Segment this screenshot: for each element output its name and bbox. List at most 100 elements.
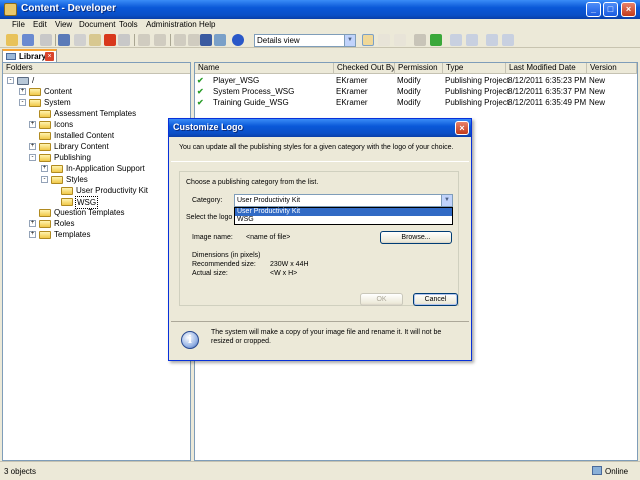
paste-icon[interactable] (89, 34, 101, 46)
checkout-check-icon: ✔ (197, 87, 204, 96)
new-folder-icon[interactable] (6, 34, 18, 46)
menu-edit[interactable]: Edit (33, 20, 47, 29)
chevron-down-icon[interactable]: ▼ (344, 35, 355, 46)
column-header-type[interactable]: Type (443, 63, 506, 74)
collapse-icon[interactable]: - (19, 99, 26, 106)
tree-item-installed-content[interactable]: Installed Content (29, 130, 189, 141)
tab-library[interactable]: Library × (2, 49, 57, 62)
collapse-icon[interactable]: - (7, 77, 14, 84)
category-group: Choose a publishing category from the li… (179, 171, 459, 306)
save-icon[interactable] (22, 34, 34, 46)
close-tab-icon[interactable]: × (45, 52, 54, 61)
tree-item[interactable]: - / (7, 75, 187, 86)
actual-size-value: <W x H> (270, 270, 298, 277)
folder-icon (39, 220, 51, 228)
category-option[interactable]: WSG (235, 216, 452, 224)
expand-icon[interactable]: + (41, 165, 48, 172)
import-icon[interactable] (486, 34, 498, 46)
column-header-name[interactable]: Name (195, 63, 334, 74)
expand-icon[interactable]: + (29, 121, 36, 128)
menu-administration[interactable]: Administration (146, 20, 197, 29)
tree-item-publishing[interactable]: - Publishing (29, 152, 189, 163)
tab-library-label: Library (19, 52, 47, 61)
split-view-icon[interactable] (378, 34, 390, 46)
window-title: Content - Developer (21, 3, 117, 14)
table-row[interactable]: ✔ Training Guide_WSG EKramer Modify Publ… (195, 97, 637, 108)
redo-icon[interactable] (154, 34, 166, 46)
tree-item-library-content[interactable]: + Library Content (29, 141, 189, 152)
expand-icon[interactable]: + (19, 88, 26, 95)
tree-item-icons[interactable]: + Icons (29, 119, 189, 130)
cut-icon[interactable] (58, 34, 70, 46)
chevron-down-icon[interactable]: ▼ (441, 195, 452, 206)
menu-document[interactable]: Document (79, 20, 115, 29)
minimize-button[interactable]: _ (586, 2, 601, 17)
menu-tools[interactable]: Tools (119, 20, 138, 29)
column-header-version[interactable]: Version (587, 63, 637, 74)
export-icon[interactable] (502, 34, 514, 46)
close-button[interactable]: × (621, 2, 636, 17)
category-option[interactable]: User Productivity Kit (235, 208, 452, 216)
help-icon[interactable] (232, 34, 244, 46)
maximize-button[interactable]: □ (603, 2, 618, 17)
menu-view[interactable]: View (55, 20, 72, 29)
tree-item-styles[interactable]: - Styles (41, 174, 189, 185)
row-type: Publishing Project (445, 76, 510, 85)
row-checked-out-by: EKramer (336, 98, 368, 107)
tree-item-templates[interactable]: + Templates (29, 229, 189, 240)
ok-button[interactable]: OK (360, 293, 403, 306)
collapse-icon[interactable]: - (29, 154, 36, 161)
table-row[interactable]: ✔ System Process_WSG EKramer Modify Publ… (195, 86, 637, 97)
column-header-last-modified[interactable]: Last Modified Date (506, 63, 587, 74)
forward-icon[interactable] (188, 34, 200, 46)
tree-item-question-templates[interactable]: Question Templates (29, 207, 189, 218)
copy-icon[interactable] (74, 34, 86, 46)
dialog-body: You can update all the publishing styles… (171, 138, 469, 360)
back-icon[interactable] (174, 34, 186, 46)
refresh-icon[interactable] (430, 34, 442, 46)
actual-size-label: Actual size: (192, 270, 228, 277)
tree-item-label: Roles (54, 219, 75, 228)
expand-icon[interactable]: + (29, 231, 36, 238)
collapse-icon[interactable]: - (41, 176, 48, 183)
delete-icon[interactable] (104, 34, 116, 46)
row-modified: 8/12/2011 6:35:23 PM (508, 76, 587, 85)
row-checked-out-by: EKramer (336, 87, 368, 96)
tree-item-content[interactable]: + Content (19, 86, 189, 97)
column-header-permission[interactable]: Permission (395, 63, 443, 74)
checkout-check-icon: ✔ (197, 76, 204, 85)
category-select[interactable]: User Productivity Kit ▼ (234, 194, 453, 207)
outline-icon[interactable] (414, 34, 426, 46)
folder-icon (51, 165, 63, 173)
check-in-icon[interactable] (450, 34, 462, 46)
folder-icon (61, 187, 73, 195)
column-header-checked-out-by[interactable]: Checked Out By (334, 63, 395, 74)
menu-help[interactable]: Help (199, 20, 215, 29)
find-icon[interactable] (200, 34, 212, 46)
tree-item-label: / (32, 76, 35, 85)
cancel-button[interactable]: Cancel (413, 293, 458, 306)
menu-file[interactable]: File (12, 20, 25, 29)
browse-button[interactable]: Browse... (380, 231, 452, 244)
undo-icon[interactable] (138, 34, 150, 46)
tree-item-system[interactable]: - System (19, 97, 189, 108)
properties-icon[interactable] (118, 34, 130, 46)
dialog-title-bar[interactable]: Customize Logo × (169, 119, 471, 137)
tree-item-assessment-templates[interactable]: Assessment Templates (29, 108, 189, 119)
tree-item-in-application-support[interactable]: + In-Application Support (41, 163, 189, 174)
status-bar: 3 objects Online (0, 461, 640, 480)
tree-item-label: Assessment Templates (54, 109, 137, 118)
columns-view-icon[interactable] (394, 34, 406, 46)
folder-icon (39, 209, 51, 217)
details-view-icon[interactable] (362, 34, 374, 46)
expand-icon[interactable]: + (29, 143, 36, 150)
dialog-close-button[interactable]: × (455, 121, 469, 135)
view-select[interactable]: Details view ▼ (254, 34, 356, 47)
library-root-icon (17, 77, 29, 85)
spelling-icon[interactable] (214, 34, 226, 46)
print-icon[interactable] (40, 34, 52, 46)
check-out-icon[interactable] (466, 34, 478, 46)
tree-item-roles[interactable]: + Roles (29, 218, 189, 229)
expand-icon[interactable]: + (29, 220, 36, 227)
table-row[interactable]: ✔ Player_WSG EKramer Modify Publishing P… (195, 75, 637, 86)
